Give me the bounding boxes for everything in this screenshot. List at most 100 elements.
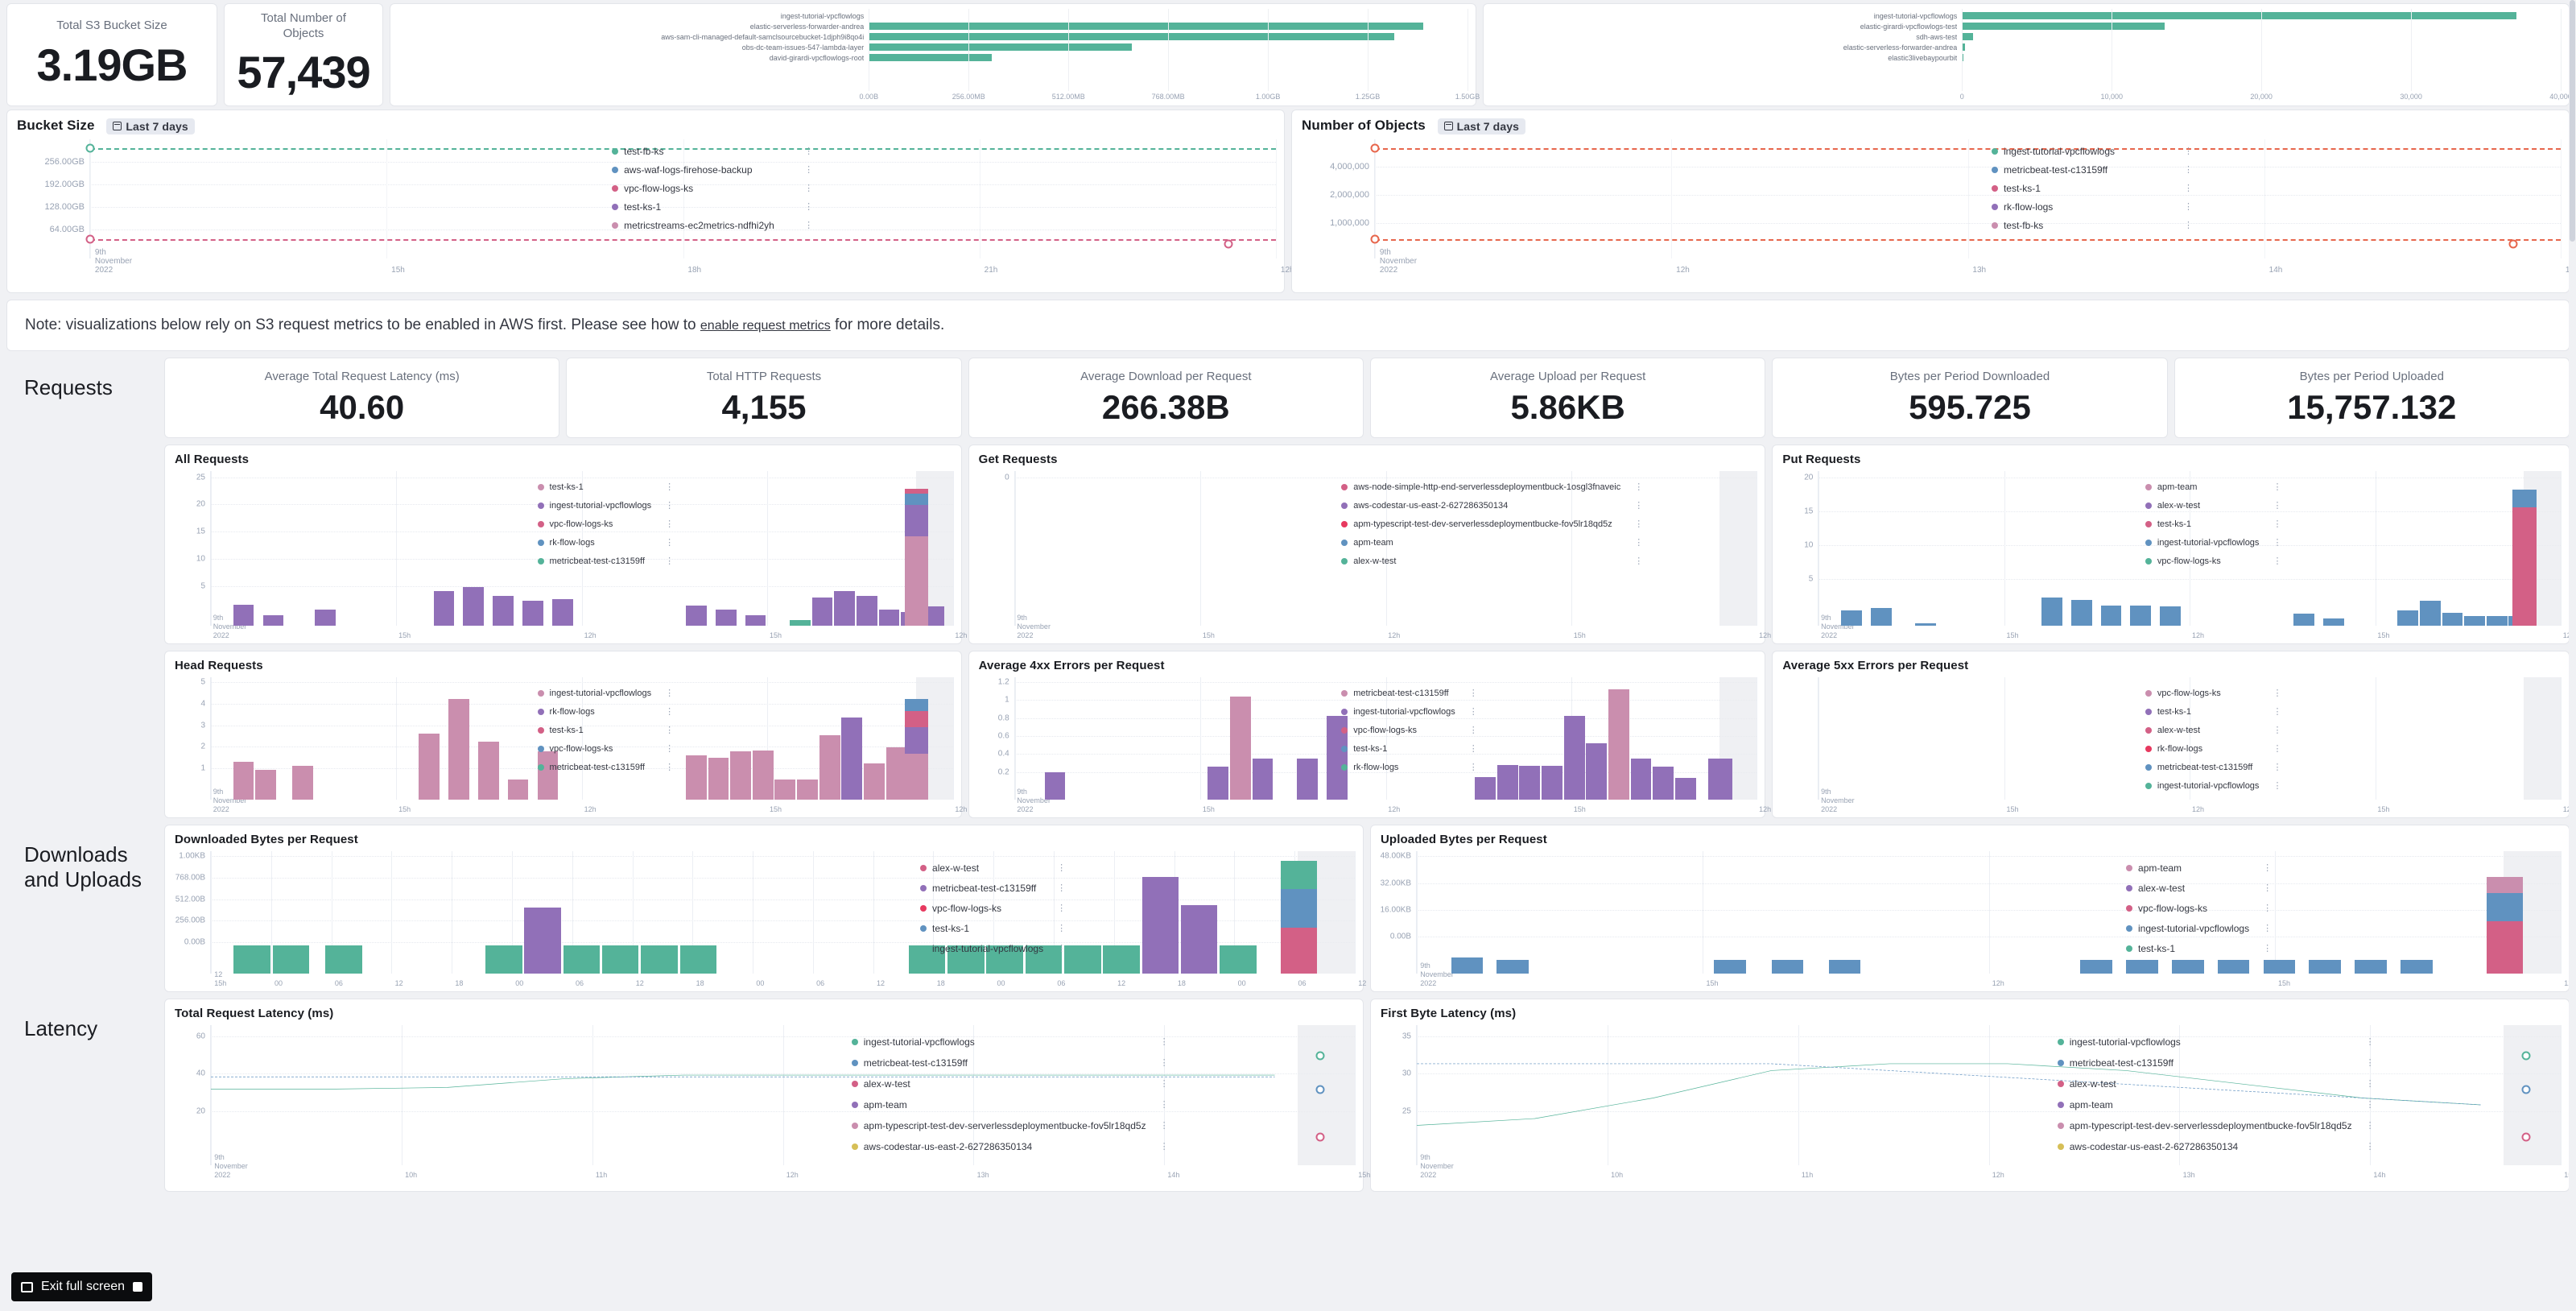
- enable-request-metrics-link[interactable]: enable request metrics: [700, 319, 831, 333]
- bar-segment[interactable]: [1280, 861, 1318, 889]
- bar[interactable]: [1674, 778, 1696, 800]
- legend-actions-icon[interactable]: ⋮: [2176, 165, 2193, 174]
- bar[interactable]: [1181, 905, 1218, 974]
- legend-actions-icon[interactable]: ⋮: [796, 165, 813, 174]
- bar[interactable]: [1252, 759, 1274, 800]
- chart-panel-first-byte-latency-ms-[interactable]: First Byte Latency (ms) 35 30 25 9th Novembe…: [1370, 999, 2576, 1192]
- bar[interactable]: [2217, 959, 2250, 974]
- bar[interactable]: [1064, 945, 1101, 974]
- legend-item[interactable]: metricbeat-test-c13159ff ⋮: [2145, 763, 2281, 772]
- bar[interactable]: [819, 735, 840, 800]
- legend-item[interactable]: test-ks-1 ⋮: [537, 726, 674, 735]
- chart-panel-average-5xx-errors-per-request[interactable]: Average 5xx Errors per Request 9th Novemb…: [1772, 651, 2575, 818]
- bar[interactable]: [524, 908, 561, 974]
- bar[interactable]: [1771, 959, 1804, 974]
- legend-actions-icon[interactable]: ⋮: [2264, 726, 2281, 735]
- legend-actions-icon[interactable]: ⋮: [796, 147, 813, 155]
- legend-item[interactable]: rk-flow-logs ⋮: [2145, 744, 2281, 754]
- bar[interactable]: [1141, 876, 1179, 974]
- legend-actions-icon[interactable]: ⋮: [2264, 708, 2281, 717]
- legend-actions-icon[interactable]: ⋮: [1152, 1122, 1169, 1131]
- legend-actions-icon[interactable]: ⋮: [1461, 726, 1478, 735]
- legend-item[interactable]: apm-team ⋮: [851, 1099, 1169, 1110]
- bar-segment[interactable]: [2486, 921, 2524, 974]
- legend-item[interactable]: ingest-tutorial-vpcflowlogs ⋮: [537, 689, 674, 698]
- legend-item[interactable]: ingest-tutorial-vpcflowlogs ⋮: [2145, 538, 2281, 548]
- bar[interactable]: [774, 780, 796, 800]
- legend-item[interactable]: ingest-tutorial-vpcflowlogs ⋮: [537, 501, 674, 511]
- legend-actions-icon[interactable]: ⋮: [2255, 904, 2272, 913]
- bar-segment[interactable]: [904, 494, 929, 505]
- bar[interactable]: [2100, 605, 2122, 626]
- bar[interactable]: [1915, 623, 1936, 626]
- bar[interactable]: [255, 769, 277, 800]
- legend-item[interactable]: vpc-flow-logs-ks ⋮: [920, 903, 1066, 914]
- bar-segment[interactable]: [904, 536, 929, 626]
- legend-actions-icon[interactable]: ⋮: [2264, 782, 2281, 791]
- legend-actions-icon[interactable]: ⋮: [2264, 539, 2281, 548]
- bar[interactable]: [641, 945, 678, 974]
- legend-actions-icon[interactable]: ⋮: [1461, 708, 1478, 717]
- chart-panel-head-requests[interactable]: Head Requests 5 4 3 2 1 9th November 2022 15h 12…: [164, 651, 967, 818]
- bar[interactable]: [2263, 959, 2296, 974]
- legend-item[interactable]: aws-codestar-us-east-2-627286350134 ⋮: [2057, 1141, 2375, 1152]
- legend-actions-icon[interactable]: ⋮: [2264, 689, 2281, 698]
- legend-item[interactable]: rk-flow-logs ⋮: [537, 538, 674, 548]
- legend-item[interactable]: ingest-tutorial-vpcflowlogs ⋮: [2145, 781, 2281, 791]
- legend-actions-icon[interactable]: ⋮: [2358, 1143, 2375, 1152]
- legend-actions-icon[interactable]: ⋮: [657, 502, 674, 511]
- legend-actions-icon[interactable]: ⋮: [657, 539, 674, 548]
- bar-segment[interactable]: [904, 504, 929, 536]
- legend-actions-icon[interactable]: ⋮: [2255, 924, 2272, 933]
- legend-actions-icon[interactable]: ⋮: [1152, 1143, 1169, 1152]
- bar[interactable]: [233, 945, 270, 974]
- legend-item[interactable]: ingest-tutorial-vpcflowlogs ⋮: [2126, 923, 2272, 934]
- bar[interactable]: [864, 763, 885, 800]
- legend-item[interactable]: vpc-flow-logs-ks ⋮: [537, 744, 674, 754]
- legend-actions-icon[interactable]: ⋮: [2255, 864, 2272, 873]
- legend-item[interactable]: metricbeat-test-c13159ff ⋮: [1991, 164, 2193, 176]
- legend-item[interactable]: apm-typescript-test-dev-serverlessdeploy…: [1341, 519, 1643, 529]
- bar[interactable]: [1714, 959, 1747, 974]
- legend-item[interactable]: aws-codestar-us-east-2-627286350134 ⋮: [851, 1141, 1169, 1152]
- legend-actions-icon[interactable]: ⋮: [796, 221, 813, 230]
- bar[interactable]: [1044, 771, 1066, 800]
- legend-item[interactable]: apm-team ⋮: [2145, 482, 2281, 492]
- bar[interactable]: [797, 780, 818, 800]
- bar-segment[interactable]: [2486, 893, 2524, 922]
- legend-item[interactable]: metricbeat-test-c13159ff ⋮: [537, 763, 674, 772]
- legend-item[interactable]: metricbeat-test-c13159ff ⋮: [1341, 689, 1478, 698]
- legend-actions-icon[interactable]: ⋮: [2176, 202, 2193, 211]
- bar[interactable]: [685, 755, 707, 800]
- bar-segment[interactable]: [2486, 877, 2524, 894]
- bar[interactable]: [2171, 959, 2204, 974]
- bucket-size-timeseries[interactable]: 256.00GB 192.00GB 128.00GB 64.00GB 9th Novem…: [15, 139, 1294, 276]
- bar[interactable]: [708, 757, 729, 800]
- legend-actions-icon[interactable]: ⋮: [2358, 1080, 2375, 1089]
- bar[interactable]: [262, 614, 284, 626]
- bar[interactable]: [685, 606, 707, 626]
- bar[interactable]: [789, 620, 811, 626]
- bar[interactable]: [679, 945, 717, 974]
- legend-actions-icon[interactable]: ⋮: [657, 763, 674, 772]
- legend-actions-icon[interactable]: ⋮: [1626, 483, 1643, 492]
- legend-item[interactable]: test-ks-1 ⋮: [2145, 707, 2281, 717]
- bar-segment[interactable]: [904, 711, 929, 728]
- legend-item[interactable]: apm-team ⋮: [2057, 1099, 2375, 1110]
- chart-bucket-size-by-bucket[interactable]: ingest-tutorial-vpcflowlogs elastic-serve…: [390, 3, 1480, 106]
- chart-panel-uploaded-bytes-per-request[interactable]: Uploaded Bytes per Request 48.00KB 32.00KB…: [1370, 825, 2576, 992]
- legend-actions-icon[interactable]: ⋮: [1152, 1038, 1169, 1047]
- bar[interactable]: [563, 945, 601, 974]
- legend-actions-icon[interactable]: ⋮: [2264, 745, 2281, 754]
- legend-item[interactable]: alex-w-test ⋮: [851, 1078, 1169, 1090]
- legend-item[interactable]: ingest-tutorial-vpcflowlogs ⋮: [851, 1036, 1169, 1048]
- legend-item[interactable]: apm-typescript-test-dev-serverlessdeploy…: [2057, 1120, 2375, 1131]
- bar[interactable]: [1653, 766, 1674, 800]
- legend-actions-icon[interactable]: ⋮: [2358, 1101, 2375, 1110]
- legend-item[interactable]: alex-w-test ⋮: [2126, 883, 2272, 894]
- legend-actions-icon[interactable]: ⋮: [1626, 520, 1643, 529]
- legend-item[interactable]: apm-team ⋮: [1341, 538, 1643, 548]
- bar[interactable]: [2070, 599, 2092, 626]
- bar[interactable]: [233, 761, 254, 800]
- legend-item[interactable]: alex-w-test ⋮: [2145, 501, 2281, 511]
